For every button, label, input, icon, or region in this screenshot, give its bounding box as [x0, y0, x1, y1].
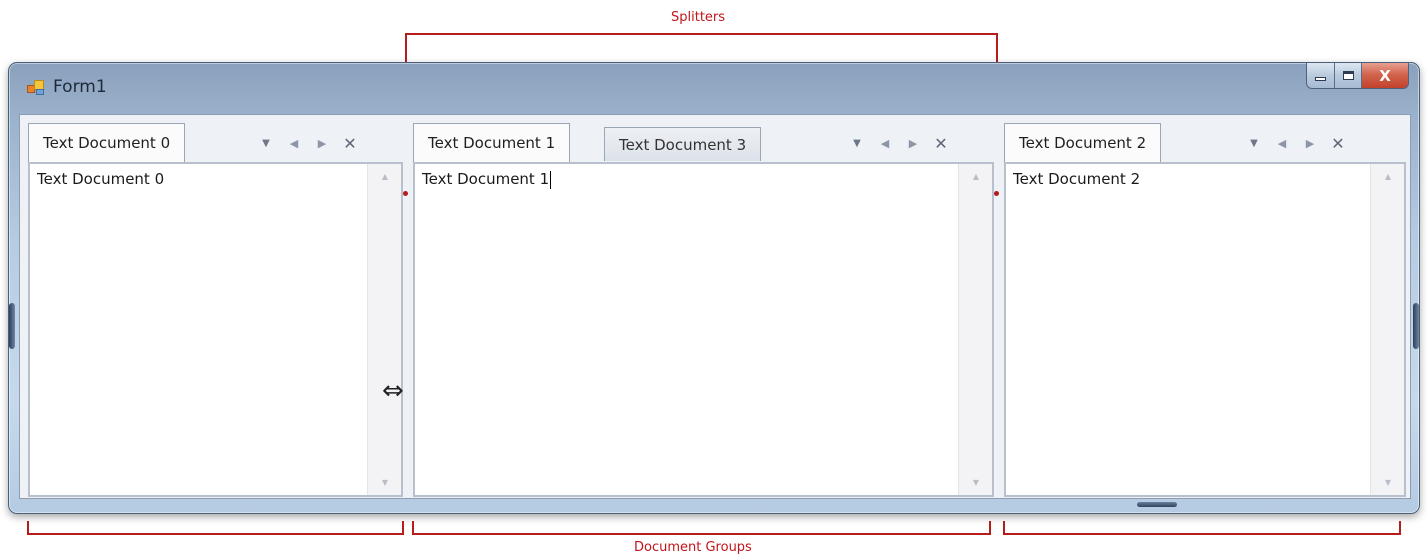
document-text-content: Text Document 1: [422, 170, 550, 188]
minimize-button[interactable]: [1307, 63, 1335, 88]
scroll-down-icon[interactable]: ▼: [1371, 478, 1405, 487]
text-caret: [550, 170, 552, 189]
title-bar[interactable]: Form1 X: [9, 63, 1419, 113]
group-1-bracket-right: [989, 521, 991, 535]
form-window: Form1 X Text Document 0 ▼ ◀ ▶ ✕ Text Doc…: [8, 62, 1420, 514]
scroll-down-icon[interactable]: ▼: [959, 478, 993, 487]
tab-text-document-3[interactable]: Text Document 3: [604, 127, 762, 161]
group-2-bracket-bottom: [1003, 533, 1401, 535]
tab-strip: Text Document 1 Text Document 3 ▼ ◀ ▶ ✕: [413, 119, 994, 163]
group-0-bracket-bottom: [27, 533, 404, 535]
chevron-down-icon[interactable]: ▼: [1240, 133, 1268, 153]
tab-label: Text Document 1: [428, 134, 556, 152]
group-0-bracket-left: [27, 521, 29, 535]
document-group-0: Text Document 0 ▼ ◀ ▶ ✕ Text Document 0 …: [28, 119, 403, 497]
tab-text-document-2[interactable]: Text Document 2: [1004, 123, 1162, 162]
group-1-bracket-bottom: [412, 533, 991, 535]
vertical-scrollbar[interactable]: ▲ ▼: [1370, 164, 1404, 495]
vertical-scrollbar[interactable]: ▲ ▼: [958, 164, 992, 495]
tab-text-document-1[interactable]: Text Document 1: [413, 123, 571, 162]
arrow-left-icon[interactable]: ◀: [1268, 133, 1296, 153]
group-1-bracket-left: [412, 521, 414, 535]
splitters-bracket-top: [405, 33, 998, 35]
right-edge-handle: [1413, 303, 1419, 349]
close-icon[interactable]: ✕: [927, 133, 955, 153]
tab-header-buttons: ▼ ◀ ▶ ✕: [1240, 133, 1352, 153]
splitter-1-marker: [403, 191, 408, 196]
splitters-annotation-label: Splitters: [671, 10, 726, 25]
tab-label: Text Document 0: [43, 134, 171, 152]
window-title: Form1: [53, 77, 107, 97]
splitter-1[interactable]: [403, 119, 413, 497]
splitter-2[interactable]: [994, 119, 1004, 497]
form-app-icon: [27, 79, 45, 97]
tab-header-buttons: ▼ ◀ ▶ ✕: [252, 133, 364, 153]
scroll-up-icon[interactable]: ▲: [368, 172, 402, 181]
document-pane[interactable]: Text Document 2 ▲ ▼: [1004, 162, 1406, 497]
arrow-left-icon[interactable]: ◀: [871, 133, 899, 153]
tab-label: Text Document 2: [1019, 134, 1147, 152]
arrow-right-icon[interactable]: ▶: [899, 133, 927, 153]
scroll-down-icon[interactable]: ▼: [368, 478, 402, 487]
document-text[interactable]: Text Document 1: [422, 170, 552, 189]
tab-text-document-0[interactable]: Text Document 0: [28, 123, 186, 162]
document-text[interactable]: Text Document 0: [37, 170, 164, 188]
arrow-left-icon[interactable]: ◀: [280, 133, 308, 153]
group-2-bracket-left: [1003, 521, 1005, 535]
chevron-down-icon[interactable]: ▼: [843, 133, 871, 153]
scroll-up-icon[interactable]: ▲: [959, 172, 993, 181]
caption-buttons: X: [1306, 63, 1409, 89]
document-text[interactable]: Text Document 2: [1013, 170, 1140, 188]
tab-label: Text Document 3: [619, 135, 747, 154]
document-group-1: Text Document 1 Text Document 3 ▼ ◀ ▶ ✕ …: [413, 119, 994, 497]
close-icon[interactable]: ✕: [1324, 133, 1352, 153]
document-pane[interactable]: Text Document 1 ▲ ▼: [413, 162, 994, 497]
arrow-right-icon[interactable]: ▶: [1296, 133, 1324, 153]
document-pane[interactable]: Text Document 0 ▲ ▼: [28, 162, 403, 497]
bottom-edge-grip: [1137, 502, 1177, 507]
splitter-2-marker: [994, 191, 999, 196]
tab-strip: Text Document 2 ▼ ◀ ▶ ✕: [1004, 119, 1406, 163]
document-manager-area: Text Document 0 ▼ ◀ ▶ ✕ Text Document 0 …: [19, 114, 1411, 499]
document-groups-annotation-label: Document Groups: [634, 540, 752, 555]
maximize-button[interactable]: [1335, 63, 1362, 88]
tab-strip: Text Document 0 ▼ ◀ ▶ ✕: [28, 119, 403, 163]
close-window-button[interactable]: X: [1362, 63, 1408, 88]
left-edge-handle: [9, 303, 15, 349]
group-2-bracket-right: [1399, 521, 1401, 535]
tab-header-buttons: ▼ ◀ ▶ ✕: [843, 133, 955, 153]
document-group-2: Text Document 2 ▼ ◀ ▶ ✕ Text Document 2 …: [1004, 119, 1406, 497]
close-icon[interactable]: ✕: [336, 133, 364, 153]
resize-horizontal-cursor-icon: ⇔: [382, 376, 404, 406]
chevron-down-icon[interactable]: ▼: [252, 133, 280, 153]
vertical-scrollbar[interactable]: ▲ ▼: [367, 164, 401, 495]
close-window-icon: X: [1379, 66, 1391, 85]
maximize-icon: [1342, 71, 1354, 80]
arrow-right-icon[interactable]: ▶: [308, 133, 336, 153]
scroll-up-icon[interactable]: ▲: [1371, 172, 1405, 181]
minimize-icon: [1315, 76, 1326, 81]
group-0-bracket-right: [402, 521, 404, 535]
